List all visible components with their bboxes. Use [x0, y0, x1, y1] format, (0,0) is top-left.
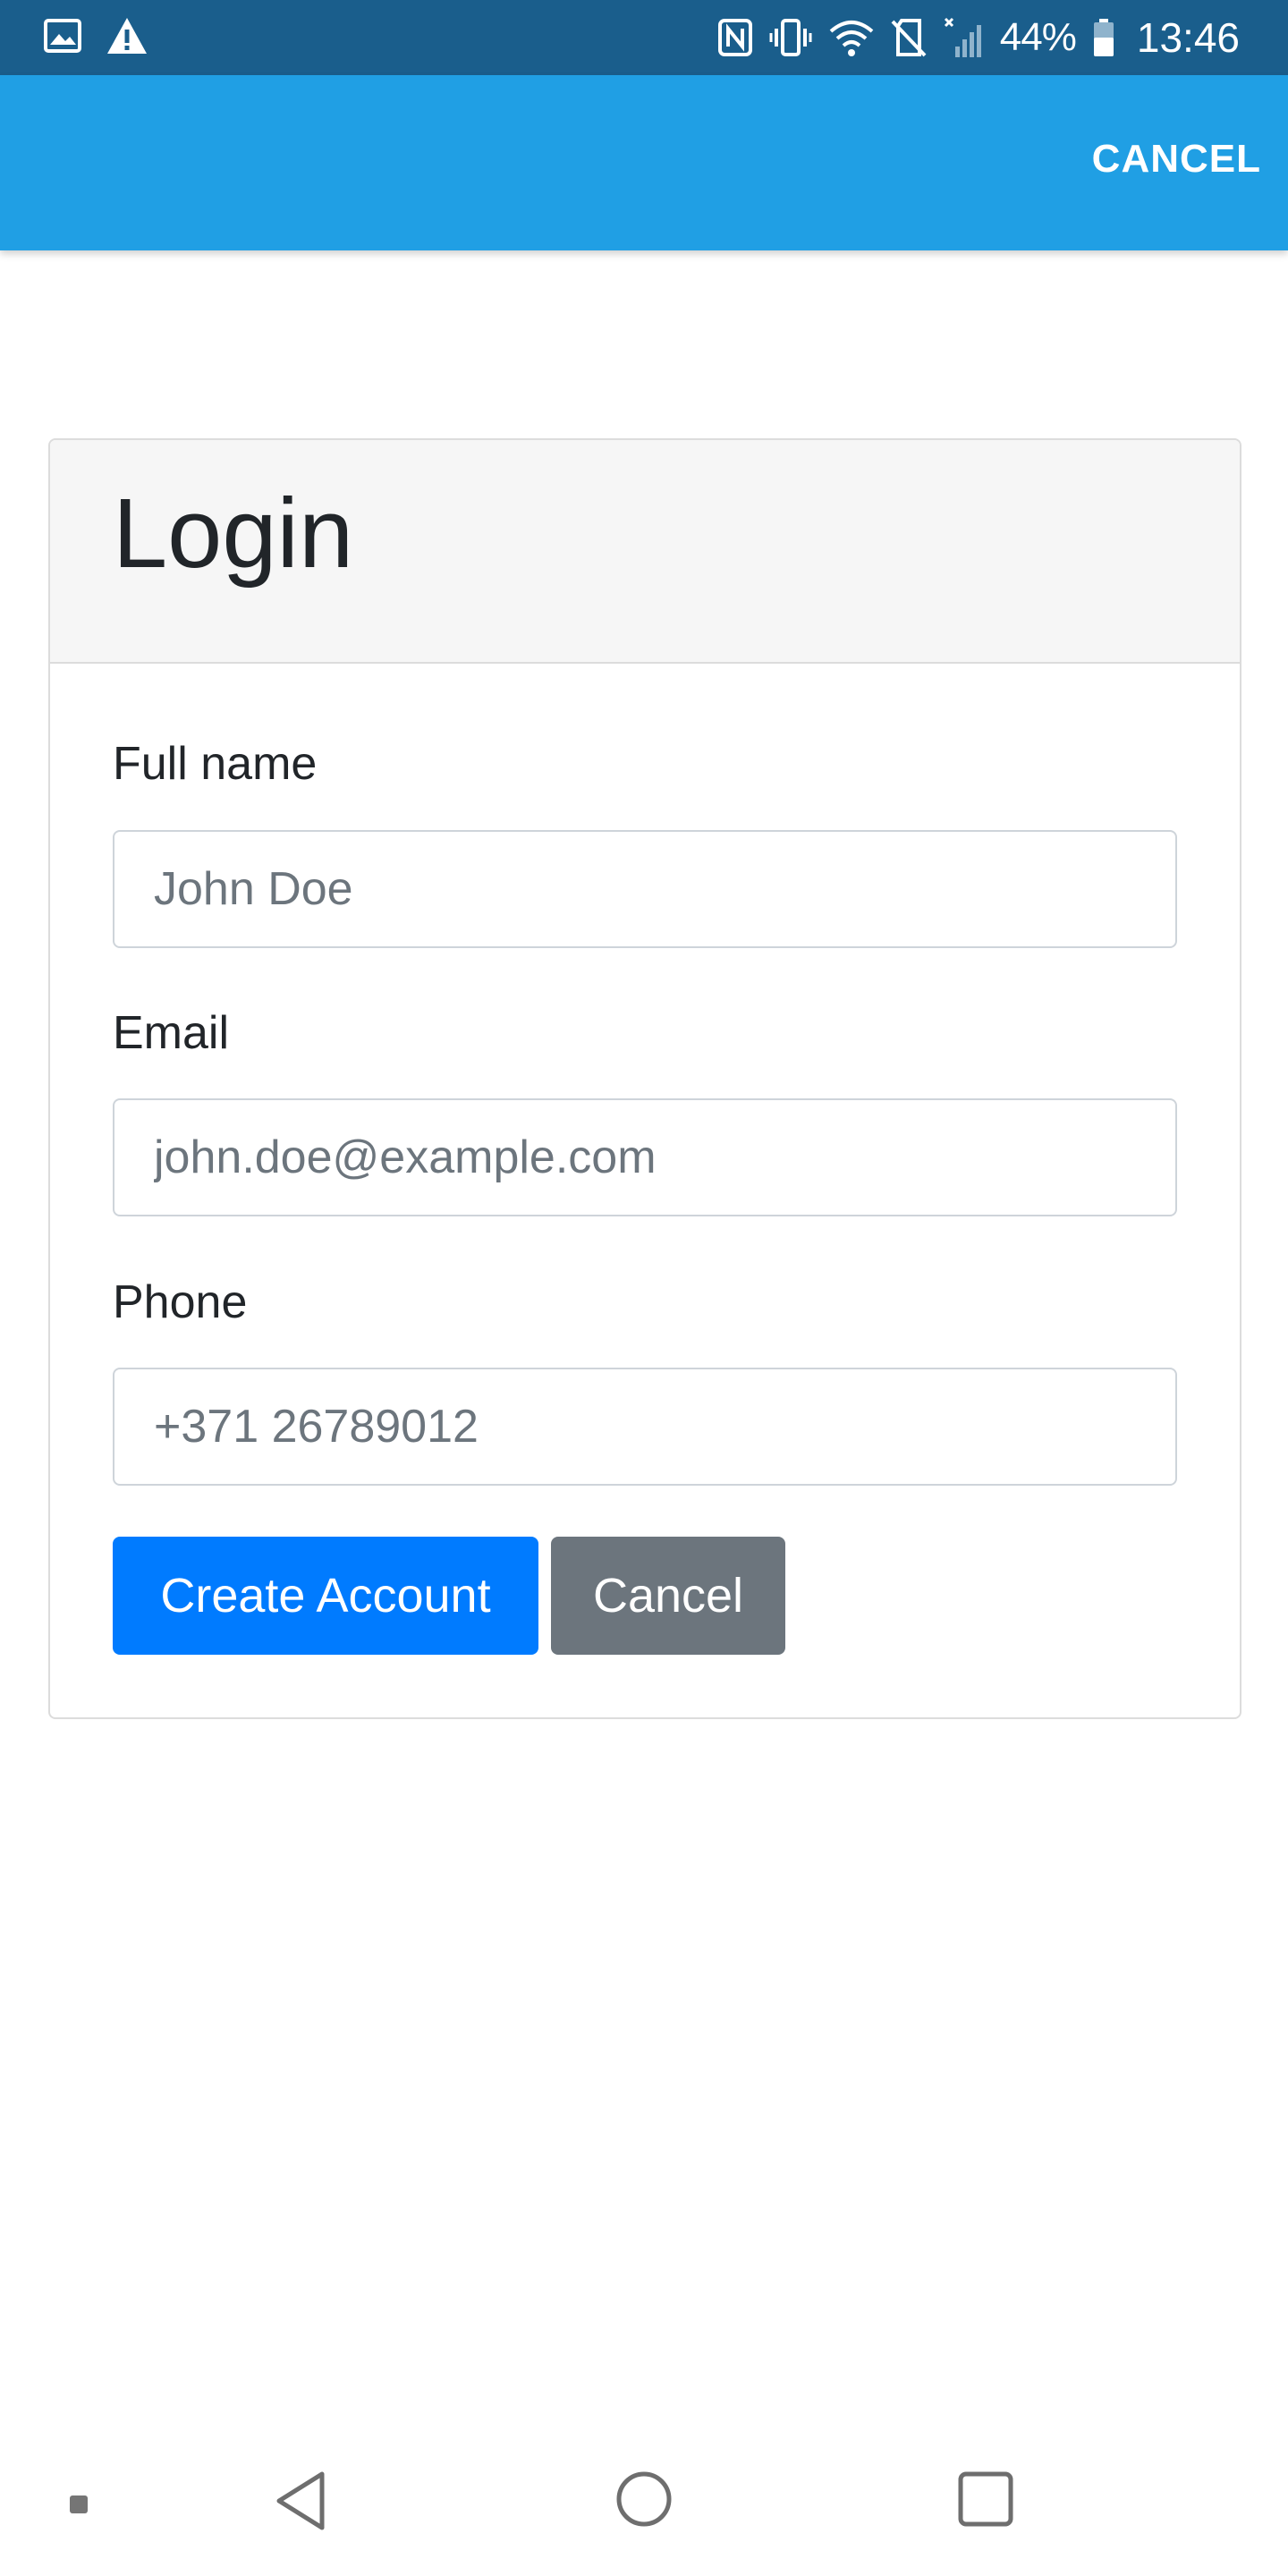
full-name-label: Full name	[113, 738, 318, 790]
status-right-icons: 44% 13:46	[717, 11, 1240, 64]
warning-icon	[106, 16, 148, 55]
app-bar: CANCEL	[0, 75, 1288, 250]
full-name-input[interactable]	[113, 830, 1177, 948]
signal-icon	[943, 16, 984, 59]
battery-icon	[1092, 18, 1115, 57]
battery-percent: 44%	[999, 15, 1077, 59]
cancel-button[interactable]: Cancel	[551, 1537, 785, 1655]
wifi-icon	[828, 18, 875, 57]
image-icon	[43, 16, 82, 55]
nfc-icon	[717, 18, 753, 57]
clock: 13:46	[1136, 14, 1240, 61]
vibrate-icon	[769, 18, 812, 57]
card-title: Login	[113, 479, 354, 589]
home-icon[interactable]	[615, 2470, 673, 2528]
email-label: Email	[113, 1007, 230, 1059]
create-account-button[interactable]: Create Account	[113, 1537, 538, 1655]
back-icon[interactable]	[274, 2469, 327, 2533]
email-input[interactable]	[113, 1098, 1177, 1216]
app-bar-cancel-button[interactable]: CANCEL	[1092, 132, 1261, 186]
status-left-icons	[43, 16, 148, 55]
card-header: Login	[50, 440, 1240, 664]
phone-input[interactable]	[113, 1368, 1177, 1486]
status-bar: 44% 13:46	[0, 0, 1288, 75]
phone-label: Phone	[113, 1276, 248, 1328]
dot-icon[interactable]	[68, 2494, 89, 2515]
navigation-bar	[0, 2433, 1288, 2576]
no-sim-icon	[891, 18, 927, 57]
login-card: Login Full name Email Phone Create Accou…	[48, 438, 1241, 1719]
recents-icon[interactable]	[957, 2470, 1014, 2528]
